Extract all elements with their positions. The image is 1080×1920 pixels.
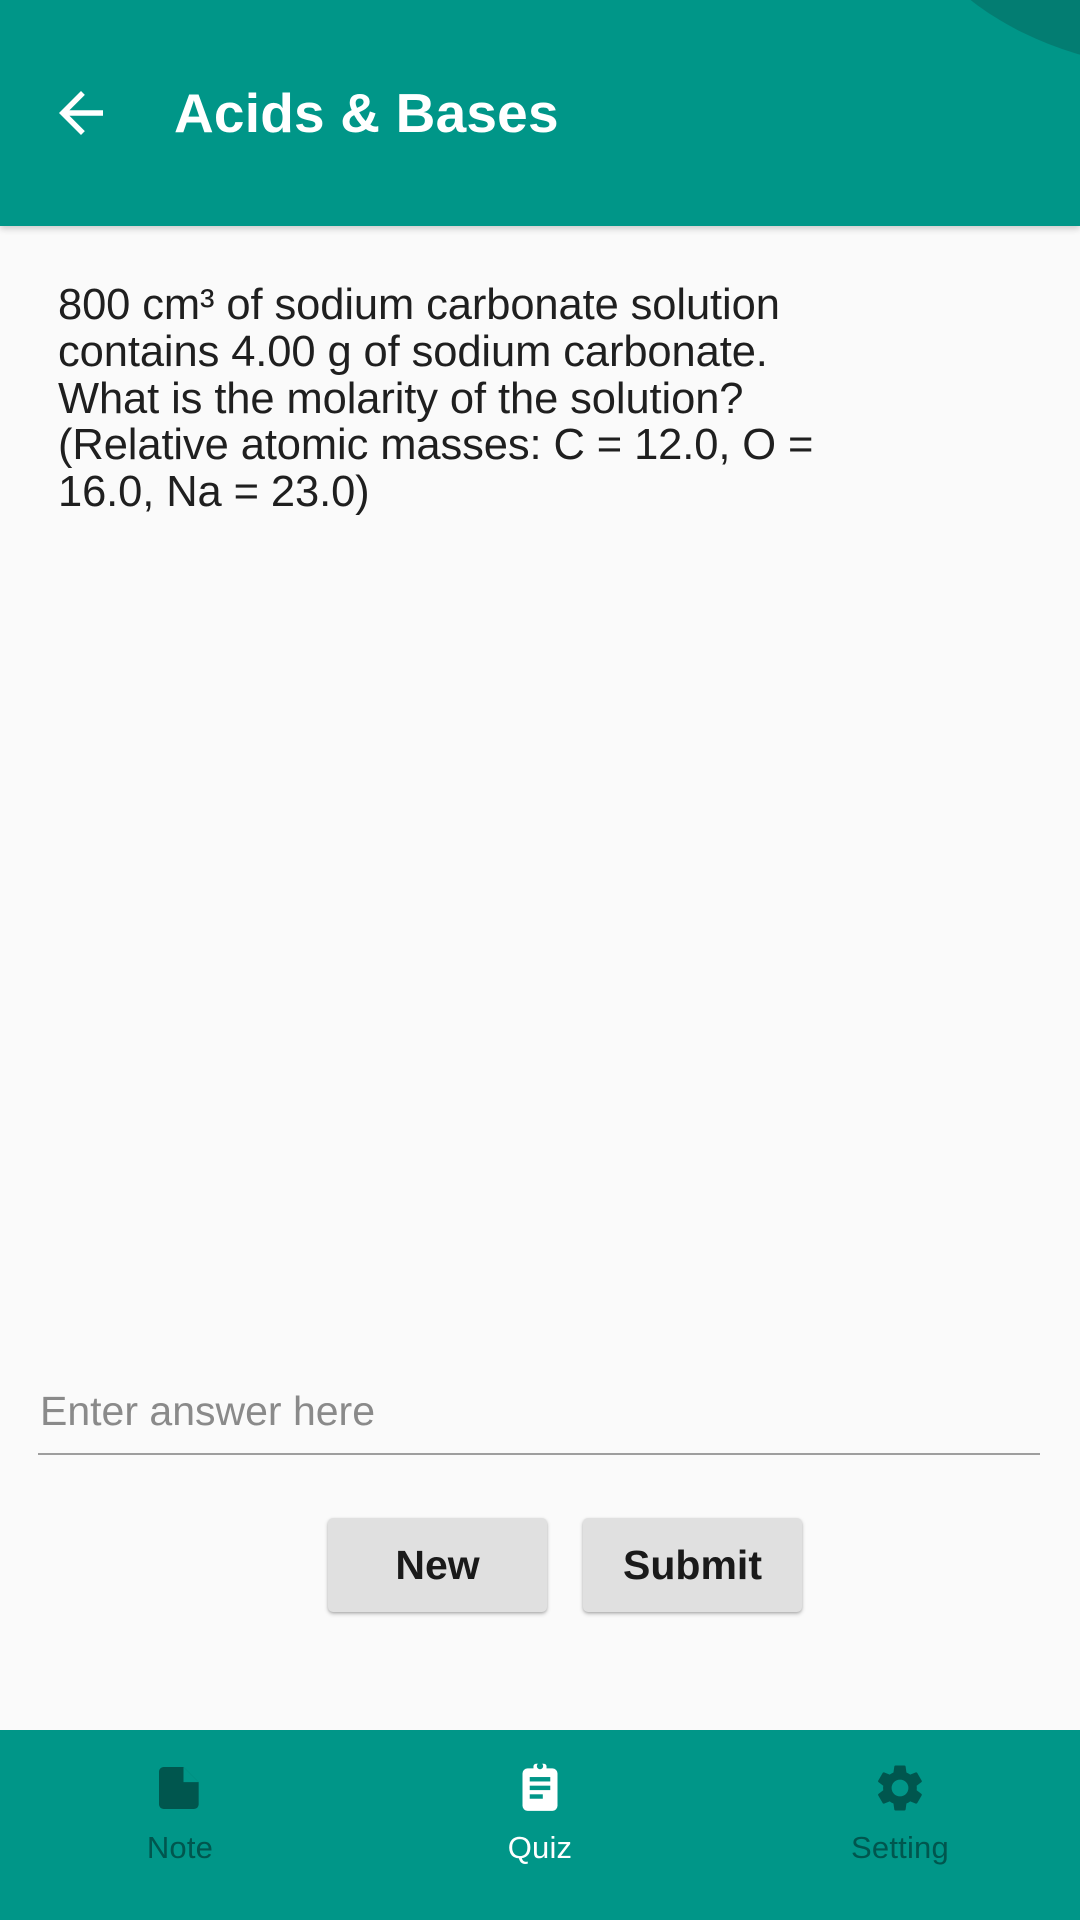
nav-item-setting[interactable]: Setting [720, 1760, 1080, 1866]
app-bar: Acids & Bases [0, 0, 1080, 226]
back-arrow-icon[interactable] [48, 80, 114, 146]
answer-field-wrapper [38, 1388, 1040, 1461]
gear-icon [872, 1760, 928, 1816]
clipboard-icon [512, 1760, 568, 1816]
appbar-corner-decoration [890, 0, 1080, 70]
answer-input-underline [38, 1453, 1040, 1455]
action-button-row: New Submit [0, 1518, 802, 1612]
nav-label-note: Note [146, 1830, 214, 1865]
question-text: 800 cm³ of sodium carbonate solution con… [58, 281, 814, 516]
nav-label-quiz: Quiz [507, 1830, 573, 1865]
nav-label-setting: Setting [851, 1830, 949, 1865]
new-button[interactable]: New [328, 1518, 547, 1612]
nav-item-quiz[interactable]: Quiz [360, 1760, 720, 1866]
app-screen: Acids & Bases 800 cm³ of sodium carbonat… [0, 0, 1080, 1920]
answer-input[interactable] [38, 1388, 1040, 1453]
quiz-content: 800 cm³ of sodium carbonate solution con… [0, 226, 1080, 1730]
note-document-icon [152, 1760, 208, 1816]
page-title: Acids & Bases [174, 82, 559, 144]
submit-button[interactable]: Submit [583, 1518, 802, 1612]
bottom-spacer [0, 1612, 1080, 1730]
bottom-navigation-bar: Note Quiz Setting [0, 1730, 1080, 1920]
nav-item-note[interactable]: Note [0, 1760, 360, 1866]
